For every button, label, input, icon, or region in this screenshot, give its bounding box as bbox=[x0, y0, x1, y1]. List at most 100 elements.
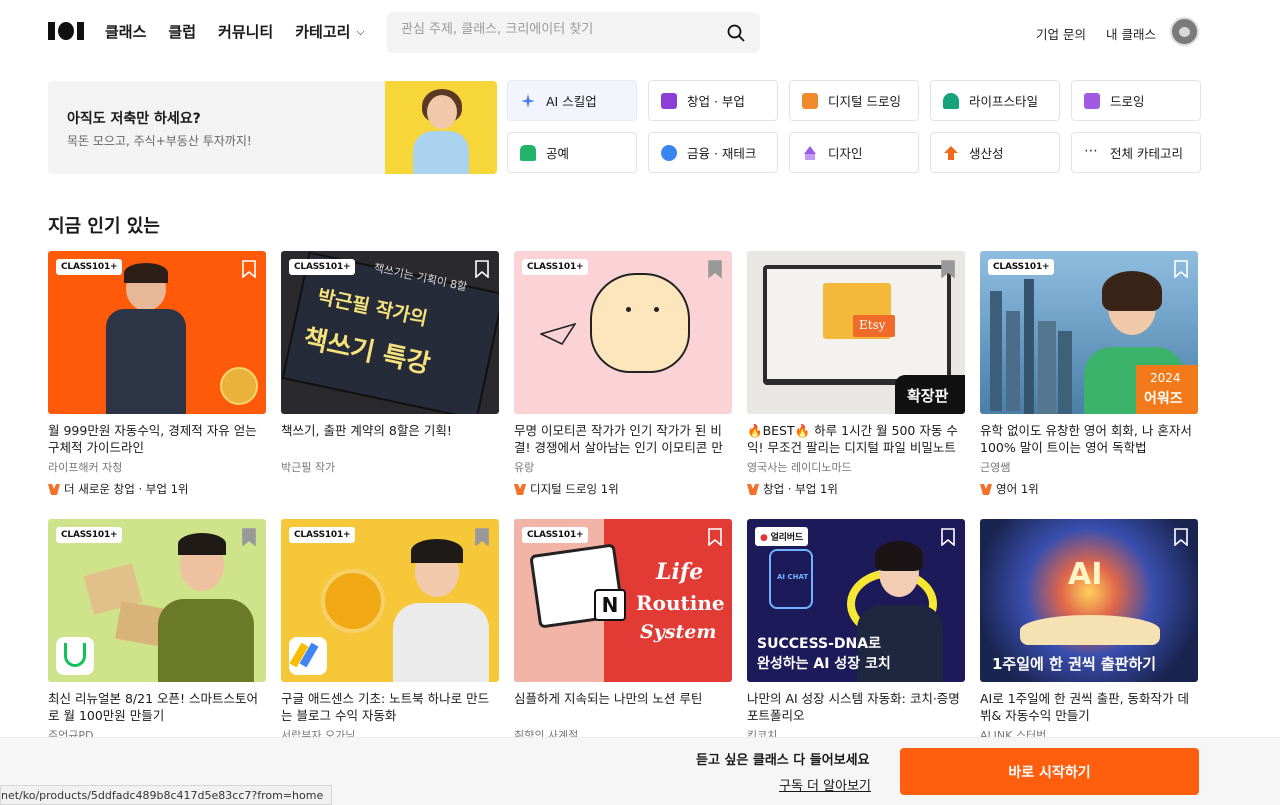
card-thumbnail: AI CHAT SUCCESS-DNA로 완성하는 AI 성장 코치 ● 얼리버… bbox=[747, 519, 965, 682]
plant-icon bbox=[943, 92, 959, 109]
nav-category[interactable]: 카테고리 ⌵ bbox=[295, 21, 365, 42]
category-craft[interactable]: 공예 bbox=[507, 132, 637, 173]
category-grid: AI 스킬업 창업 · 부업 디지털 드로잉 라이프스타일 드로잉 공예 금융 … bbox=[507, 80, 1201, 173]
nav-club[interactable]: 클럽 bbox=[168, 21, 196, 42]
category-label: 디자인 bbox=[828, 146, 863, 161]
class-card[interactable]: 2024 어워즈 CLASS101+ 유학 없이도 유창한 영어 회화, 나 혼… bbox=[980, 251, 1198, 519]
card-rank: 디지털 드로잉 1위 bbox=[514, 481, 732, 497]
nav-community[interactable]: 커뮤니티 bbox=[218, 21, 273, 42]
search-icon[interactable] bbox=[726, 23, 746, 43]
category-design[interactable]: 디자인 bbox=[789, 132, 919, 173]
bookmark-icon[interactable] bbox=[1174, 260, 1188, 278]
card-rank-label: 디지털 드로잉 1위 bbox=[530, 482, 619, 496]
card-title: 무명 이모티콘 작가가 인기 작가가 된 비결! 경쟁에서 살아남는 인기 이모… bbox=[514, 423, 723, 455]
bookmark-icon[interactable] bbox=[1174, 528, 1188, 546]
card-author: 유랑 bbox=[514, 461, 535, 474]
card-rank: 더 새로운 창업 · 부업 1위 bbox=[48, 481, 266, 497]
class101-plus-badge: CLASS101+ bbox=[522, 259, 589, 275]
store-icon bbox=[661, 92, 677, 109]
class101-plus-badge: CLASS101+ bbox=[289, 259, 356, 275]
category-drawing[interactable]: 드로잉 bbox=[1071, 80, 1201, 121]
card-title: 최신 리뉴얼본 8/21 오픈! 스마트스토어로 월 100만원 만들기 bbox=[48, 691, 258, 723]
early-bird-badge: ● 얼리버드 bbox=[755, 527, 808, 546]
start-now-button[interactable]: 바로 시작하기 bbox=[900, 748, 1199, 795]
category-label: 디지털 드로잉 bbox=[828, 94, 901, 109]
card-title: 구글 애드센스 기초: 노트북 하나로 만드는 블로그 수익 자동화 bbox=[281, 691, 490, 723]
card-rank-label: 영어 1위 bbox=[996, 482, 1039, 496]
thumb-art-text: AI bbox=[1068, 557, 1103, 592]
card-thumbnail: N Life Routine System CLASS101+ bbox=[514, 519, 732, 682]
card-title: 🔥BEST🔥 하루 1시간 월 500 자동 수익! 무조건 팔리는 디지털 파… bbox=[747, 423, 958, 455]
enterprise-inquiry-link[interactable]: 기업 문의 bbox=[1036, 24, 1086, 43]
card-title: 월 999만원 자동수익, 경제적 자유 얻는 구체적 가이드라인 bbox=[48, 423, 257, 455]
badge-label: 얼리버드 bbox=[770, 533, 804, 543]
header: 클래스 클럽 커뮤니티 카테고리 ⌵ 기업 문의 내 클래스 bbox=[0, 0, 1280, 64]
promo-subtitle: 목돈 모으고, 주식+부동산 투자까지! bbox=[67, 134, 252, 148]
card-thumbnail: Etsy 확장판 bbox=[747, 251, 965, 414]
bookmark-icon[interactable] bbox=[708, 528, 722, 546]
early-bird-icon: ● bbox=[760, 533, 771, 543]
category-label: AI 스킬업 bbox=[546, 94, 597, 109]
card-thumbnail: 책쓰기는 기획이 8할 박근필 작가의 책쓰기 특강 CLASS101+ bbox=[281, 251, 499, 414]
nav-class[interactable]: 클래스 bbox=[105, 21, 146, 42]
tablet-icon bbox=[802, 92, 818, 109]
thumb-art-text: 어워즈 bbox=[1144, 391, 1183, 407]
promo-title: 아직도 저축만 하세요? bbox=[67, 111, 201, 127]
promo-banner[interactable]: 아직도 저축만 하세요? 목돈 모으고, 주식+부동산 투자까지! bbox=[48, 81, 497, 174]
thumb-art-text: 확장판 bbox=[907, 387, 949, 405]
category-label: 금융 · 재테크 bbox=[687, 146, 757, 161]
arrow-up-icon bbox=[943, 145, 959, 161]
thumb-art-text: SUCCESS-DNA로 bbox=[757, 636, 881, 652]
class101-logo[interactable] bbox=[48, 20, 84, 42]
search-bar bbox=[387, 12, 760, 53]
section-title: 지금 인기 있는 bbox=[48, 216, 160, 237]
category-startup[interactable]: 창업 · 부업 bbox=[648, 80, 778, 121]
card-thumbnail: CLASS101+ bbox=[48, 519, 266, 682]
card-title: AI로 1주일에 한 권씩 출판, 동화작가 데뷔& 자동수익 만들기 bbox=[980, 691, 1190, 723]
card-title: 책쓰기, 출판 계약의 8할은 기획! bbox=[281, 423, 452, 438]
bookmark-icon[interactable] bbox=[242, 260, 256, 278]
palette-icon bbox=[1084, 92, 1100, 109]
category-digital-drawing[interactable]: 디지털 드로잉 bbox=[789, 80, 919, 121]
class101-plus-badge: CLASS101+ bbox=[56, 527, 123, 543]
category-productivity[interactable]: 생산성 bbox=[930, 132, 1060, 173]
my-class-link[interactable]: 내 클래스 bbox=[1106, 24, 1156, 43]
category-ai-skillup[interactable]: AI 스킬업 bbox=[507, 80, 637, 121]
bookmark-icon[interactable] bbox=[708, 260, 722, 278]
class101-plus-badge: CLASS101+ bbox=[289, 527, 356, 543]
bookmark-icon[interactable] bbox=[475, 260, 489, 278]
class-card[interactable]: CLASS101+ 월 999만원 자동수익, 경제적 자유 얻는 구체적 가이… bbox=[48, 251, 266, 519]
category-finance[interactable]: 금융 · 재테크 bbox=[648, 132, 778, 173]
rank-icon bbox=[514, 483, 526, 495]
category-label: 드로잉 bbox=[1110, 94, 1145, 109]
shapes-icon bbox=[802, 145, 818, 161]
class-card[interactable]: 책쓰기는 기획이 8할 박근필 작가의 책쓰기 특강 CLASS101+ 책쓰기… bbox=[281, 251, 499, 519]
thumb-art-text: AI CHAT bbox=[777, 573, 809, 581]
class-card[interactable]: CLASS101+ 무명 이모티콘 작가가 인기 작가가 된 비결! 경쟁에서 … bbox=[514, 251, 732, 519]
vase-icon bbox=[520, 144, 536, 161]
avatar[interactable] bbox=[1170, 17, 1199, 46]
card-thumbnail: CLASS101+ bbox=[48, 251, 266, 414]
thumb-art-text: Etsy bbox=[859, 318, 886, 332]
subscription-learn-more-link[interactable]: 구독 더 알아보기 bbox=[779, 775, 871, 794]
card-author: 박근필 작가 bbox=[281, 461, 336, 474]
bookmark-icon[interactable] bbox=[941, 528, 955, 546]
subscription-text: 듣고 싶은 클래스 다 들어보세요 bbox=[696, 753, 870, 768]
card-rank: 창업 · 부업 1위 bbox=[747, 481, 965, 497]
card-rank-label: 더 새로운 창업 · 부업 1위 bbox=[64, 482, 189, 496]
bookmark-icon[interactable] bbox=[941, 260, 955, 278]
bookmark-icon[interactable] bbox=[475, 528, 489, 546]
category-lifestyle[interactable]: 라이프스타일 bbox=[930, 80, 1060, 121]
category-label: 라이프스타일 bbox=[969, 94, 1039, 109]
nav-category-label: 카테고리 bbox=[295, 23, 351, 41]
card-author: 근영쌤 bbox=[980, 461, 1011, 474]
card-thumbnail: CLASS101+ bbox=[281, 519, 499, 682]
header-links: 기업 문의 내 클래스 bbox=[1036, 24, 1156, 43]
bookmark-icon[interactable] bbox=[242, 528, 256, 546]
category-all[interactable]: ⋯ 전체 카테고리 bbox=[1071, 132, 1201, 173]
card-title: 유학 없이도 유창한 영어 회화, 나 혼자서 100% 말이 트이는 영어 독… bbox=[980, 423, 1192, 455]
search-input[interactable] bbox=[401, 22, 711, 37]
class-card[interactable]: Etsy 확장판 🔥BEST🔥 하루 1시간 월 500 자동 수익! 무조건 … bbox=[747, 251, 965, 519]
coin-icon bbox=[661, 144, 677, 161]
card-title: 심플하게 지속되는 나만의 노션 루틴 bbox=[514, 691, 703, 706]
